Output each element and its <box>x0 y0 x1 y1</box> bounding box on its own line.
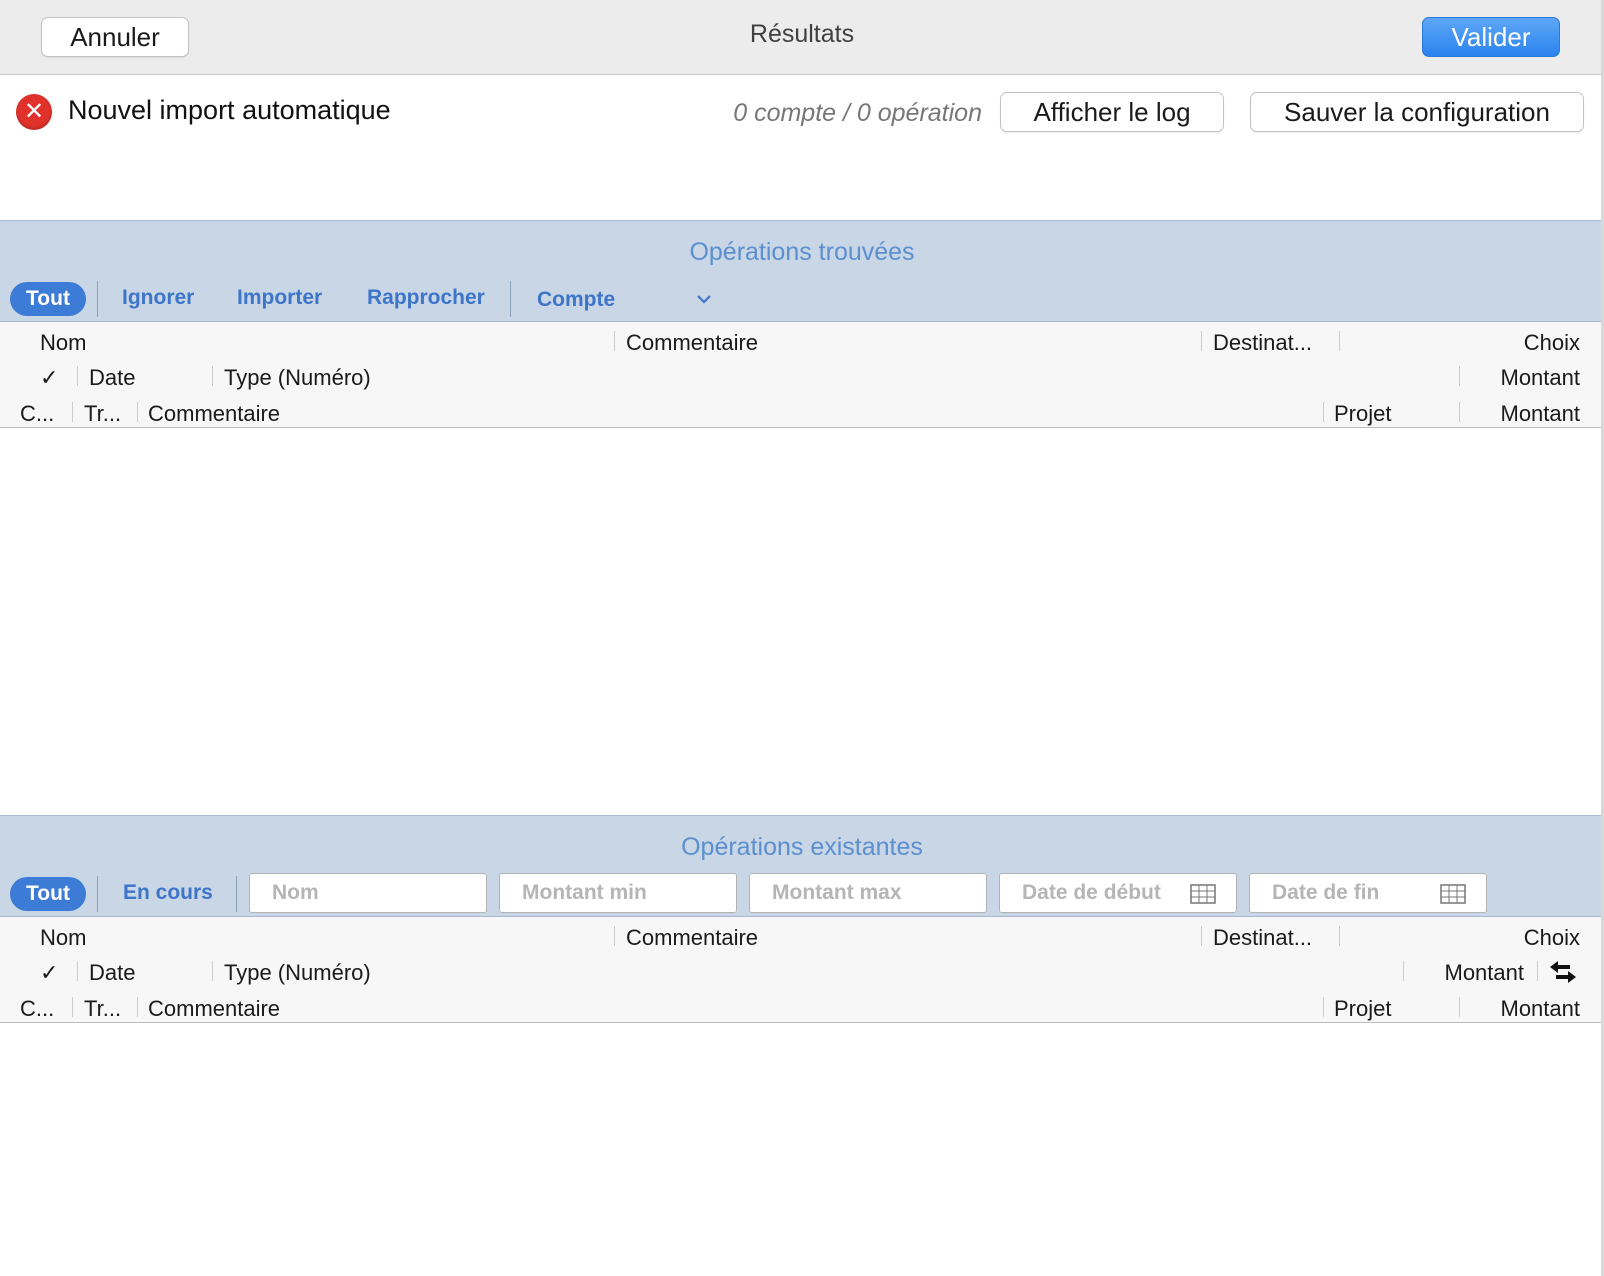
min-amount-input[interactable]: Montant min <box>499 873 737 913</box>
import-title: Nouvel import automatique <box>68 95 391 125</box>
existing-table-header: Nom Commentaire Destinat... Choix ✓ Date… <box>0 917 1604 1023</box>
column-divider <box>1339 331 1340 351</box>
found-section-title: Opérations trouvées <box>689 238 915 266</box>
window-title: Résultats <box>749 20 855 48</box>
column-divider <box>614 926 615 946</box>
col-commentaire[interactable]: Commentaire <box>626 330 758 356</box>
col-transaction[interactable]: Tr... <box>84 401 121 427</box>
column-divider <box>72 402 73 422</box>
col-compte[interactable]: C... <box>20 401 54 427</box>
col-sub-montant[interactable]: Montant <box>1440 401 1581 427</box>
col-compte[interactable]: C... <box>20 996 54 1022</box>
filter-rapprocher[interactable]: Rapprocher <box>367 286 485 310</box>
error-circle-icon: ✕ <box>16 94 52 130</box>
column-divider <box>212 961 213 981</box>
filter-tout-existing[interactable]: Tout <box>10 877 86 911</box>
import-counts: 0 compte / 0 opération <box>733 99 982 127</box>
column-divider <box>137 402 138 422</box>
existing-section-title: Opérations existantes <box>681 833 923 861</box>
col-check[interactable]: ✓ <box>40 960 58 986</box>
found-operations-list[interactable] <box>0 428 1604 815</box>
col-nom[interactable]: Nom <box>40 925 86 951</box>
column-divider <box>614 331 615 351</box>
save-config-button[interactable]: Sauver la configuration <box>1250 92 1584 132</box>
col-projet[interactable]: Projet <box>1334 996 1391 1022</box>
calendar-icon[interactable] <box>1440 884 1466 904</box>
filter-tout[interactable]: Tout <box>10 282 86 316</box>
col-destinataire[interactable]: Destinat... <box>1213 925 1312 951</box>
col-choix[interactable]: Choix <box>1440 330 1580 356</box>
col-projet[interactable]: Projet <box>1334 401 1391 427</box>
col-check[interactable]: ✓ <box>40 365 58 391</box>
divider <box>510 281 511 317</box>
column-divider <box>1323 997 1324 1017</box>
existing-operations-list[interactable] <box>0 1023 1604 1276</box>
found-table-header: Nom Commentaire Destinat... Choix ✓ Date… <box>0 322 1604 428</box>
existing-operations-header: Opérations existantes Tout En cours Nom … <box>0 815 1604 917</box>
col-choix[interactable]: Choix <box>1440 925 1580 951</box>
end-date-placeholder: Date de fin <box>1272 881 1380 904</box>
col-montant[interactable]: Montant <box>1380 960 1525 986</box>
calendar-icon[interactable] <box>1190 884 1216 904</box>
column-divider <box>1339 926 1340 946</box>
start-date-input[interactable]: Date de début <box>999 873 1237 913</box>
col-commentaire[interactable]: Commentaire <box>626 925 758 951</box>
filter-en-cours[interactable]: En cours <box>123 881 213 905</box>
swap-arrows-icon[interactable] <box>1548 959 1578 985</box>
window-toolbar: Annuler Résultats Valider <box>0 0 1604 75</box>
show-log-button[interactable]: Afficher le log <box>1000 92 1224 132</box>
column-divider <box>137 997 138 1017</box>
account-label: Compte <box>537 288 616 311</box>
divider <box>236 876 237 912</box>
validate-button[interactable]: Valider <box>1422 17 1560 57</box>
column-divider <box>72 997 73 1017</box>
col-type-numero[interactable]: Type (Numéro) <box>224 960 371 986</box>
column-divider <box>212 366 213 386</box>
chevron-down-icon <box>697 295 711 304</box>
column-divider <box>1201 331 1202 351</box>
col-nom[interactable]: Nom <box>40 330 86 356</box>
col-destinataire[interactable]: Destinat... <box>1213 330 1312 356</box>
max-amount-input[interactable]: Montant max <box>749 873 987 913</box>
divider <box>97 281 98 317</box>
col-date[interactable]: Date <box>89 365 135 391</box>
column-divider <box>1323 402 1324 422</box>
found-operations-header: Opérations trouvées Tout Ignorer Importe… <box>0 220 1604 322</box>
col-sub-commentaire[interactable]: Commentaire <box>148 996 280 1022</box>
end-date-input[interactable]: Date de fin <box>1249 873 1487 913</box>
filter-importer[interactable]: Importer <box>237 286 322 310</box>
divider <box>97 876 98 912</box>
col-sub-montant[interactable]: Montant <box>1440 996 1581 1022</box>
name-filter-input[interactable]: Nom <box>249 873 487 913</box>
column-divider <box>77 961 78 981</box>
col-type-numero[interactable]: Type (Numéro) <box>224 365 371 391</box>
col-transaction[interactable]: Tr... <box>84 996 121 1022</box>
col-date[interactable]: Date <box>89 960 135 986</box>
filter-ignorer[interactable]: Ignorer <box>122 286 194 310</box>
column-divider <box>77 366 78 386</box>
column-divider <box>1201 926 1202 946</box>
column-divider <box>1537 961 1538 981</box>
col-montant[interactable]: Montant <box>1440 365 1581 391</box>
col-sub-commentaire[interactable]: Commentaire <box>148 401 280 427</box>
start-date-placeholder: Date de début <box>1022 881 1161 904</box>
